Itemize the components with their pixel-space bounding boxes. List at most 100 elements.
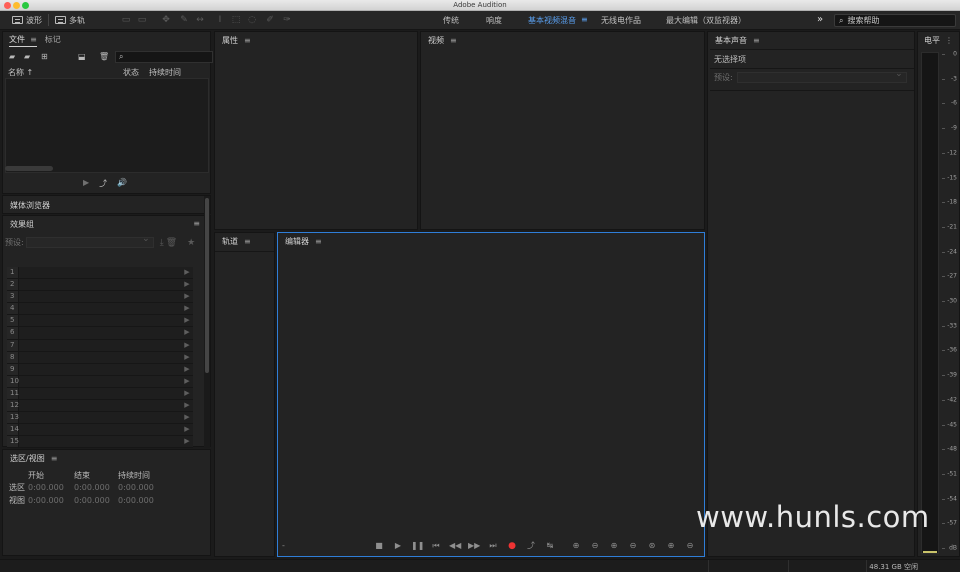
effects-slot-arrow-icon[interactable]: ▶ — [181, 363, 193, 375]
loop-preview-icon[interactable]: ⤴ — [99, 178, 107, 189]
media-browser-header[interactable]: 媒体浏览器 — [3, 196, 50, 214]
effects-menu-icon[interactable]: ≡ — [193, 219, 200, 228]
time-selection-tool-icon[interactable]: I — [215, 15, 225, 25]
effects-slot-field[interactable] — [19, 327, 181, 339]
effects-slot[interactable]: 11 ▶ — [7, 387, 193, 401]
effects-slot-field[interactable] — [19, 375, 181, 387]
selection-start-field[interactable]: 0:00.000 — [28, 483, 74, 492]
record-icon[interactable]: ● — [506, 540, 518, 552]
effects-slot[interactable]: 12 ▶ — [7, 400, 193, 413]
multitrack-mode-button[interactable]: 多轨 — [55, 14, 85, 26]
loop-icon[interactable]: ⤴ — [525, 540, 537, 552]
tab-files[interactable]: 文件 ≡ — [9, 34, 37, 47]
effects-slot-field[interactable] — [19, 351, 181, 363]
open-folder-icon[interactable]: ▰ — [9, 52, 15, 61]
effects-slot[interactable]: 14 ▶ — [7, 424, 193, 437]
effects-slot-field[interactable] — [19, 412, 181, 424]
effects-slot-arrow-icon[interactable]: ▶ — [181, 327, 193, 339]
left-column-scroll-thumb[interactable] — [205, 198, 209, 373]
effects-slot[interactable]: 5 ▶ — [7, 315, 193, 328]
next-icon[interactable]: ⏭ — [487, 540, 499, 552]
marquee-tool-icon[interactable]: ⬚ — [231, 15, 241, 25]
play-icon[interactable]: ▶ — [392, 540, 404, 552]
zoom-in-point-icon[interactable]: ⊕ — [665, 540, 677, 552]
search-help-field[interactable]: ⌕ 搜索帮助 — [834, 14, 956, 27]
zoom-in-time-icon[interactable]: ⊕ — [608, 540, 620, 552]
column-status[interactable]: 状态 — [123, 67, 139, 78]
selection-duration-field[interactable]: 0:00.000 — [118, 483, 154, 492]
left-column-scrollbar[interactable] — [204, 196, 210, 448]
effects-slot-arrow-icon[interactable]: ▶ — [181, 412, 193, 424]
effects-slot-field[interactable] — [19, 363, 181, 375]
column-duration[interactable]: 持续时间 — [149, 67, 181, 78]
effects-slot-arrow-icon[interactable]: ▶ — [181, 267, 193, 279]
effects-slot-field[interactable] — [19, 303, 181, 315]
effects-slot[interactable]: 9 ▶ — [7, 363, 193, 376]
effects-slot-arrow-icon[interactable]: ▶ — [181, 400, 193, 412]
essential-sound-menu-icon[interactable]: ≡ — [753, 36, 760, 45]
workspace-tab-loudness[interactable]: 响度 — [486, 15, 502, 26]
effects-slot[interactable]: 6 ▶ — [7, 327, 193, 340]
properties-menu-icon[interactable]: ≡ — [244, 36, 251, 45]
column-name[interactable]: 名称 ↑ — [8, 67, 33, 78]
more-workspaces-button[interactable]: » — [817, 14, 823, 25]
zoom-out-point-icon[interactable]: ⊖ — [684, 540, 696, 552]
selection-view-menu-icon[interactable]: ≡ — [51, 454, 58, 463]
effects-slot-field[interactable] — [19, 339, 181, 351]
spectral-pitch-icon[interactable]: ▭ — [137, 15, 147, 25]
effects-slot[interactable]: 4 ▶ — [7, 303, 193, 316]
razor-tool-icon[interactable]: ✎ — [179, 15, 189, 25]
effects-slot-arrow-icon[interactable]: ▶ — [181, 387, 193, 400]
play-preview-icon[interactable]: ▶ — [83, 178, 89, 189]
slip-tool-icon[interactable]: ↔ — [195, 15, 205, 25]
effects-slot[interactable]: 15 ▶ — [7, 436, 193, 449]
waveform-mode-button[interactable]: 波形 — [12, 14, 42, 26]
essential-preset-select[interactable] — [736, 69, 907, 83]
effects-slot-arrow-icon[interactable]: ▶ — [181, 291, 193, 303]
effects-slot-arrow-icon[interactable]: ▶ — [181, 436, 193, 448]
tab-markers[interactable]: 标记 — [45, 34, 61, 47]
effects-slot-arrow-icon[interactable]: ▶ — [181, 375, 193, 387]
effects-slot[interactable]: 2 ▶ — [7, 279, 193, 292]
effects-slot-field[interactable] — [19, 400, 181, 412]
view-start-field[interactable]: 0:00.000 — [28, 496, 74, 505]
skip-selection-icon[interactable]: ↹ — [544, 540, 556, 552]
effects-slot-field[interactable] — [19, 436, 181, 448]
rewind-icon[interactable]: ◀◀ — [449, 540, 461, 552]
delete-icon[interactable]: 🗑 — [99, 52, 109, 61]
zoom-selection-icon[interactable]: ⊛ — [646, 540, 658, 552]
workspace-menu-icon[interactable]: ≡ — [581, 15, 588, 24]
insert-into-multitrack-icon[interactable]: ⬓ — [78, 52, 86, 61]
effects-slot-field[interactable] — [19, 267, 181, 279]
effects-slot[interactable]: 10 ▶ — [7, 375, 193, 388]
delete-preset-icon[interactable]: 🗑 — [166, 238, 177, 248]
files-list[interactable] — [5, 78, 209, 173]
effects-slot-arrow-icon[interactable]: ▶ — [181, 351, 193, 363]
view-duration-field[interactable]: 0:00.000 — [118, 496, 154, 505]
level-meter-menu-icon[interactable]: ⋮ — [945, 36, 953, 45]
effects-slot-field[interactable] — [19, 291, 181, 303]
fast-forward-icon[interactable]: ▶▶ — [468, 540, 480, 552]
save-preset-icon[interactable]: ⤓ — [160, 238, 164, 248]
tracks-menu-icon[interactable]: ≡ — [244, 237, 251, 246]
effects-slot[interactable]: 3 ▶ — [7, 291, 193, 304]
effects-slot[interactable]: 1 ▶ — [7, 267, 193, 280]
lasso-tool-icon[interactable]: ◌ — [247, 15, 257, 25]
selection-end-field[interactable]: 0:00.000 — [74, 483, 118, 492]
effects-slot-arrow-icon[interactable]: ▶ — [181, 303, 193, 315]
new-file-icon[interactable]: ⊞ — [41, 52, 48, 61]
effects-slot-field[interactable] — [19, 279, 181, 291]
files-search-input[interactable]: ⌕ — [115, 51, 213, 63]
workspace-tab-classic[interactable]: 传统 — [443, 15, 459, 26]
effects-preset-select[interactable] — [25, 234, 154, 248]
spot-healing-tool-icon[interactable]: ✑ — [282, 15, 292, 25]
autoplay-volume-icon[interactable]: 🔊 — [117, 178, 127, 189]
zoom-out-full-icon[interactable]: ⊖ — [627, 540, 639, 552]
effects-slot-field[interactable] — [19, 387, 181, 400]
editor-menu-icon[interactable]: ≡ — [315, 237, 322, 246]
zoom-in-amplitude-icon[interactable]: ⊕ — [570, 540, 582, 552]
video-menu-icon[interactable]: ≡ — [450, 36, 457, 45]
move-tool-icon[interactable]: ✥ — [161, 15, 171, 25]
workspace-tab-dual-monitor[interactable]: 最大编辑（双监视器） — [666, 15, 746, 26]
files-horizontal-scrollbar[interactable] — [5, 166, 53, 171]
